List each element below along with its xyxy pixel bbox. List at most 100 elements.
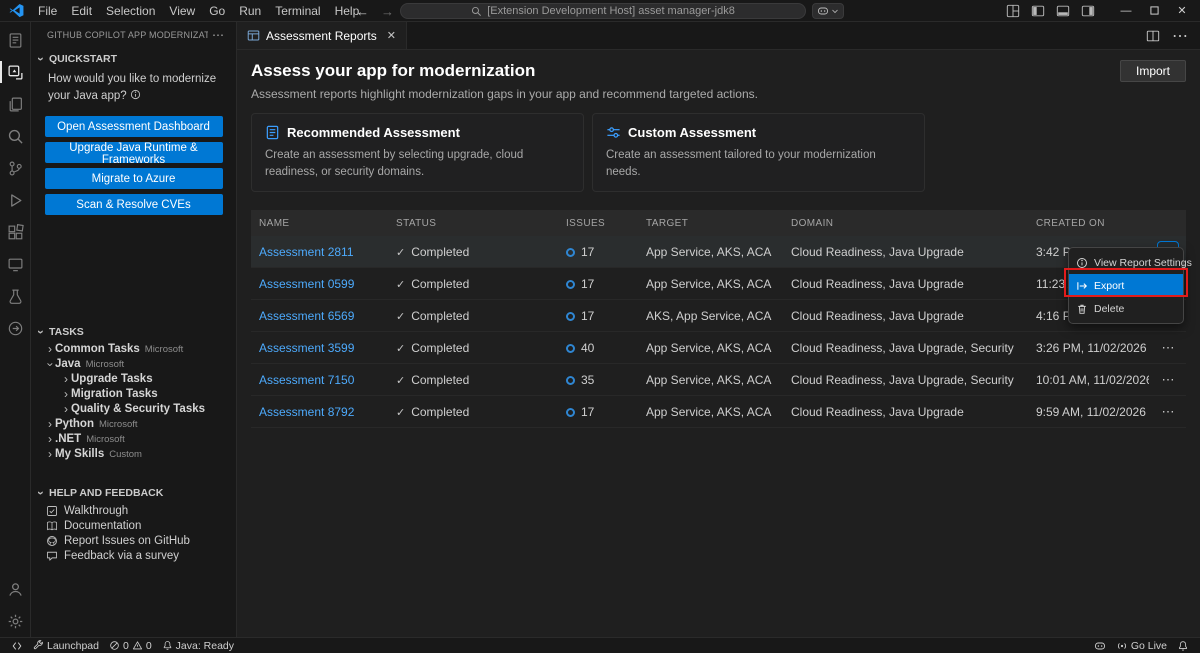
open-assessment-dashboard-button[interactable]: Open Assessment Dashboard (45, 116, 223, 137)
menu-item-delete[interactable]: Delete (1069, 297, 1183, 320)
scan-resolve-cves-button[interactable]: Scan & Resolve CVEs (45, 194, 223, 215)
help-item-report-issues[interactable]: Report Issues on GitHub (31, 533, 236, 548)
help-item-feedback-survey[interactable]: Feedback via a survey (31, 548, 236, 563)
app-modernization-icon[interactable] (0, 56, 30, 88)
assessment-link[interactable]: Assessment 6569 (251, 309, 388, 323)
section-help-and-feedback[interactable]: › HELP AND FEEDBACK (31, 482, 236, 503)
section-quickstart[interactable]: › QUICKSTART (31, 48, 236, 69)
assessment-link[interactable]: Assessment 3599 (251, 341, 388, 355)
files-copy-icon[interactable] (0, 88, 30, 120)
output-icon[interactable] (0, 312, 30, 344)
testing-beaker-icon[interactable] (0, 280, 30, 312)
page-title: Assess your app for modernization (251, 61, 535, 81)
table-row[interactable]: Assessment 8792 ✓Completed 17 App Servic… (251, 396, 1186, 428)
table-row[interactable]: Assessment 2811 ✓Completed 17 App Servic… (251, 236, 1186, 268)
upgrade-java-runtime-button[interactable]: Upgrade Java Runtime & Frameworks (45, 142, 223, 163)
section-tasks[interactable]: › TASKS (31, 321, 236, 342)
copilot-icon (1094, 640, 1106, 652)
tasks-item-migration-tasks[interactable]: › Migration Tasks (31, 387, 236, 402)
forward-button[interactable]: → (381, 4, 394, 19)
status-cell: ✓Completed (388, 341, 558, 355)
sidebar-more-actions-icon[interactable]: ⋯ (208, 28, 228, 42)
menu-go[interactable]: Go (202, 0, 232, 22)
row-actions-button[interactable]: ⋯ (1157, 369, 1179, 391)
menu-item-view-report-settings[interactable]: View Report Settings (1069, 251, 1183, 274)
assessment-link[interactable]: Assessment 7150 (251, 373, 388, 387)
issues-donut-icon (566, 408, 575, 417)
col-name: NAME (251, 218, 388, 229)
tasks-item-upgrade-tasks[interactable]: › Upgrade Tasks (31, 372, 236, 387)
close-button[interactable]: ✕ (1168, 0, 1196, 22)
domain-cell: Cloud Readiness, Java Upgrade (783, 277, 1028, 291)
maximize-button[interactable] (1140, 0, 1168, 22)
go-live-status[interactable]: Go Live (1111, 638, 1172, 653)
col-domain: DOMAIN (783, 218, 1028, 229)
settings-gear-icon[interactable] (0, 605, 30, 637)
trash-icon (1076, 303, 1088, 315)
tab-bar: Assessment Reports ✕ ⋯ (237, 22, 1200, 50)
issues-cell: 17 (558, 277, 638, 291)
minimize-button[interactable]: — (1112, 0, 1140, 22)
panel-left-icon[interactable] (1031, 4, 1045, 18)
menu-edit[interactable]: Edit (64, 0, 99, 22)
table-row[interactable]: Assessment 0599 ✓Completed 17 App Servic… (251, 268, 1186, 300)
report-document-icon (265, 125, 280, 140)
assessment-link[interactable]: Assessment 2811 (251, 245, 388, 259)
account-icon[interactable] (0, 573, 30, 605)
custom-assessment-card[interactable]: Custom Assessment Create an assessment t… (592, 113, 925, 192)
back-button[interactable]: ← (356, 4, 369, 19)
recommended-assessment-card[interactable]: Recommended Assessment Create an assessm… (251, 113, 584, 192)
migrate-to-azure-button[interactable]: Migrate to Azure (45, 168, 223, 189)
java-status[interactable]: Java: Ready (157, 638, 239, 653)
panel-right-icon[interactable] (1081, 4, 1095, 18)
tasks-item-python[interactable]: › Python Microsoft (31, 417, 236, 432)
row-context-menu: View Report Settings Export Delete (1068, 247, 1184, 324)
notifications-bell[interactable] (1172, 638, 1194, 653)
menu-selection[interactable]: Selection (99, 0, 162, 22)
copilot-status[interactable] (1089, 638, 1111, 653)
source-control-icon[interactable] (0, 152, 30, 184)
menu-item-export[interactable]: Export (1069, 274, 1183, 297)
col-created-on: CREATED ON (1028, 218, 1149, 229)
table-row[interactable]: Assessment 6569 ✓Completed 17 AKS, App S… (251, 300, 1186, 332)
tab-assessment-reports[interactable]: Assessment Reports ✕ (237, 22, 407, 49)
tab-close-icon[interactable]: ✕ (387, 29, 396, 42)
assessment-link[interactable]: Assessment 0599 (251, 277, 388, 291)
editor-more-actions-icon[interactable]: ⋯ (1172, 26, 1188, 46)
extensions-icon[interactable] (0, 216, 30, 248)
import-button[interactable]: Import (1120, 60, 1186, 82)
tasks-item-java[interactable]: › Java Microsoft (31, 357, 236, 372)
chevron-down-icon: › (43, 360, 58, 370)
run-debug-icon[interactable] (0, 184, 30, 216)
menu-file[interactable]: File (31, 0, 64, 22)
split-editor-icon[interactable] (1146, 29, 1160, 43)
menu-terminal[interactable]: Terminal (268, 0, 327, 22)
layout-grid-icon[interactable] (1006, 4, 1020, 18)
tasks-item-common-tasks[interactable]: › Common Tasks Microsoft (31, 342, 236, 357)
book-icon (46, 520, 58, 532)
row-actions-button[interactable]: ⋯ (1157, 337, 1179, 359)
assessment-link[interactable]: Assessment 8792 (251, 405, 388, 419)
panel-bottom-icon[interactable] (1056, 4, 1070, 18)
command-center-search[interactable]: [Extension Development Host] asset manag… (400, 3, 806, 19)
row-actions-button[interactable]: ⋯ (1157, 401, 1179, 423)
copilot-menu-button[interactable] (812, 3, 844, 19)
table-row[interactable]: Assessment 3599 ✓Completed 40 App Servic… (251, 332, 1186, 364)
remote-indicator[interactable] (6, 638, 28, 653)
walkthrough-icon (46, 505, 58, 517)
remote-explorer-icon[interactable] (0, 248, 30, 280)
tasks-item-my-skills[interactable]: › My Skills Custom (31, 447, 236, 462)
help-item-walkthrough[interactable]: Walkthrough (31, 503, 236, 518)
log-viewer-icon[interactable] (0, 24, 30, 56)
problems-status[interactable]: 0 0 (104, 638, 157, 653)
table-row[interactable]: Assessment 7150 ✓Completed 35 App Servic… (251, 364, 1186, 396)
search-icon[interactable] (0, 120, 30, 152)
menu-view[interactable]: View (162, 0, 202, 22)
menu-run[interactable]: Run (232, 0, 268, 22)
help-item-documentation[interactable]: Documentation (31, 518, 236, 533)
tasks-item-quality-security-tasks[interactable]: › Quality & Security Tasks (31, 402, 236, 417)
info-icon[interactable] (130, 89, 141, 100)
tasks-item-dotnet[interactable]: › .NET Microsoft (31, 432, 236, 447)
search-icon (471, 6, 482, 17)
launchpad-status[interactable]: Launchpad (28, 638, 104, 653)
